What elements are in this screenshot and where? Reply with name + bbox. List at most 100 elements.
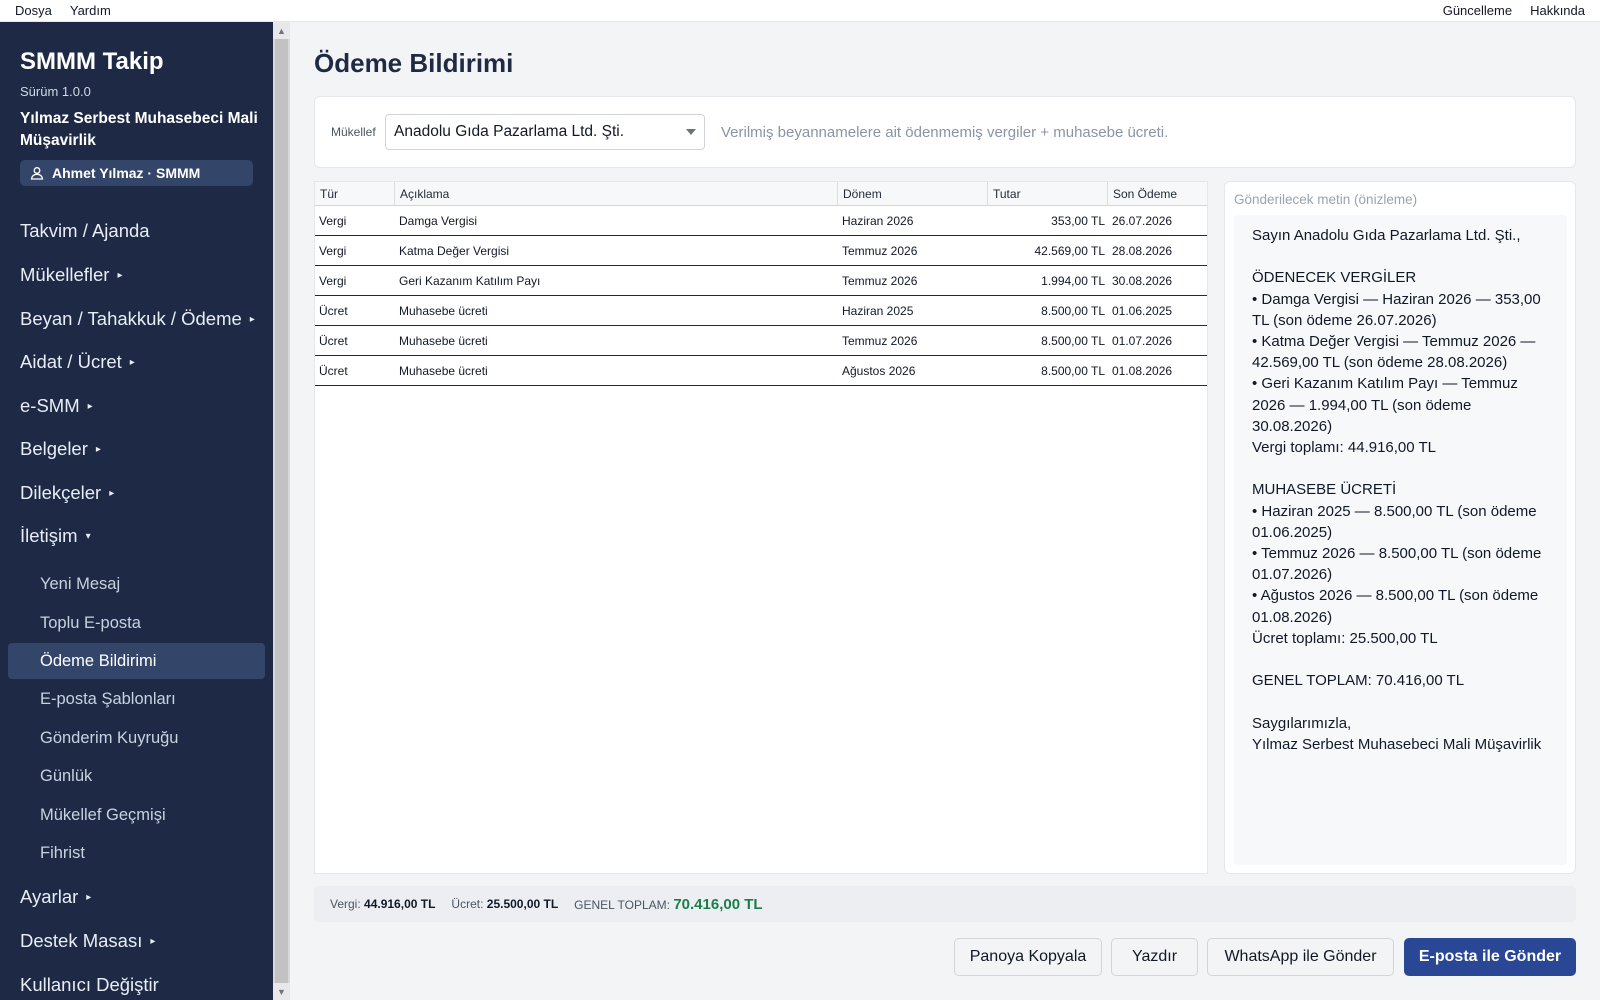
scroll-down-icon[interactable]: ▼ xyxy=(273,983,290,1000)
user-icon xyxy=(30,167,44,180)
chevron-right-icon: ▸ xyxy=(95,443,101,455)
sub-mukellef-gecmisi[interactable]: Mükellef Geçmişi xyxy=(40,806,166,825)
cell-donem: Ağustos 2026 xyxy=(842,364,916,378)
menu-yardim[interactable]: Yardım xyxy=(70,3,111,18)
menubar: Dosya Yardım Güncelleme Hakkında xyxy=(0,0,1600,22)
client-select[interactable]: Anadolu Gıda Pazarlama Ltd. Şti. xyxy=(385,114,705,150)
cell-tur: Vergi xyxy=(319,274,347,288)
nav-mukellefler[interactable]: Mükellefler ▸ xyxy=(20,264,122,286)
cell-son-odeme: 01.07.2026 xyxy=(1112,334,1173,348)
sub-toplu-eposta[interactable]: Toplu E-posta xyxy=(40,614,141,633)
cell-son-odeme: 26.07.2026 xyxy=(1112,214,1173,228)
sub-gonderim-kuyrugu[interactable]: Gönderim Kuyruğu xyxy=(40,729,179,748)
nav-dilekceler[interactable]: Dilekçeler ▸ xyxy=(20,482,114,504)
col-header-tur[interactable]: Tür xyxy=(315,182,395,206)
page-title: Ödeme Bildirimi xyxy=(314,48,514,78)
nav-iletisim[interactable]: İletişim ▾ xyxy=(20,525,91,547)
col-header-son-odeme[interactable]: Son Ödeme xyxy=(1108,182,1207,206)
preview-text[interactable]: Sayın Anadolu Gıda Pazarlama Ltd. Şti., … xyxy=(1234,215,1567,865)
user-name: Ahmet Yılmaz · SMMM xyxy=(52,165,201,181)
cell-aciklama: Geri Kazanım Katılım Payı xyxy=(399,274,541,288)
scroll-up-icon[interactable]: ▲ xyxy=(273,22,290,39)
col-header-donem[interactable]: Dönem xyxy=(838,182,988,206)
grand-total: GENEL TOPLAM: 70.416,00 TL xyxy=(574,895,763,913)
cell-tutar: 1.994,00 TL xyxy=(1041,274,1105,288)
company-name: Yılmaz Serbest Muhasebeci Mali Müşavirli… xyxy=(20,110,258,149)
sidebar-scrollbar[interactable]: ▲ ▼ xyxy=(273,22,290,1000)
cell-tur: Ücret xyxy=(319,334,348,348)
cell-aciklama: Muhasebe ücreti xyxy=(399,364,488,378)
whatsapp-send-button[interactable]: WhatsApp ile Gönder xyxy=(1207,938,1394,976)
sub-yeni-mesaj[interactable]: Yeni Mesaj xyxy=(40,575,120,594)
chevron-right-icon: ▸ xyxy=(150,935,156,947)
menu-hakkinda[interactable]: Hakkında xyxy=(1530,3,1585,18)
col-header-aciklama[interactable]: Açıklama xyxy=(395,182,838,206)
table-row[interactable]: Vergi Geri Kazanım Katılım Payı Temmuz 2… xyxy=(315,266,1207,296)
cell-tutar: 42.569,00 TL xyxy=(1034,244,1105,258)
app-version: Sürüm 1.0.0 xyxy=(20,84,91,99)
chevron-right-icon: ▸ xyxy=(86,891,92,903)
nav-aidat[interactable]: Aidat / Ücret ▸ xyxy=(20,351,135,373)
preview-card: Gönderilecek metin (önizleme) Sayın Anad… xyxy=(1224,181,1576,874)
client-select-value: Anadolu Gıda Pazarlama Ltd. Şti. xyxy=(394,123,625,140)
scrollbar-thumb[interactable] xyxy=(275,39,288,983)
nav-destek[interactable]: Destek Masası ▸ xyxy=(20,930,155,952)
table-row[interactable]: Ücret Muhasebe ücreti Haziran 2025 8.500… xyxy=(315,296,1207,326)
cell-tutar: 8.500,00 TL xyxy=(1041,304,1105,318)
tax-total: Vergi: 44.916,00 TL xyxy=(330,897,436,911)
chevron-right-icon: ▸ xyxy=(249,313,255,325)
cell-son-odeme: 30.08.2026 xyxy=(1112,274,1173,288)
app-title: SMMM Takip xyxy=(20,48,164,75)
cell-son-odeme: 01.08.2026 xyxy=(1112,364,1173,378)
cell-aciklama: Damga Vergisi xyxy=(399,214,478,228)
cell-tutar: 353,00 TL xyxy=(1051,214,1105,228)
cell-donem: Haziran 2025 xyxy=(842,304,914,318)
nav-belgeler[interactable]: Belgeler ▸ xyxy=(20,438,101,460)
chevron-right-icon: ▸ xyxy=(117,269,123,281)
client-label: Mükellef xyxy=(331,125,376,139)
print-button[interactable]: Yazdır xyxy=(1111,938,1198,976)
user-badge[interactable]: Ahmet Yılmaz · SMMM xyxy=(20,160,253,186)
sub-odeme-bildirimi[interactable]: Ödeme Bildirimi xyxy=(40,652,156,671)
chevron-right-icon: ▸ xyxy=(129,356,135,368)
table-row[interactable]: Ücret Muhasebe ücreti Temmuz 2026 8.500,… xyxy=(315,326,1207,356)
cell-aciklama: Muhasebe ücreti xyxy=(399,334,488,348)
table-row[interactable]: Vergi Katma Değer Vergisi Temmuz 2026 42… xyxy=(315,236,1207,266)
filter-card: Mükellef Anadolu Gıda Pazarlama Ltd. Şti… xyxy=(314,96,1576,168)
nav-beyan[interactable]: Beyan / Tahakkuk / Ödeme ▸ xyxy=(20,308,255,330)
table-row[interactable]: Ücret Muhasebe ücreti Ağustos 2026 8.500… xyxy=(315,356,1207,386)
payments-table: Tür Açıklama Dönem Tutar Son Ödeme Vergi… xyxy=(314,181,1208,874)
cell-tutar: 8.500,00 TL xyxy=(1041,334,1105,348)
cell-son-odeme: 01.06.2025 xyxy=(1112,304,1173,318)
table-header: Tür Açıklama Dönem Tutar Son Ödeme xyxy=(315,182,1207,206)
cell-son-odeme: 28.08.2026 xyxy=(1112,244,1173,258)
cell-tutar: 8.500,00 TL xyxy=(1041,364,1105,378)
totals-bar: Vergi: 44.916,00 TL Ücret: 25.500,00 TL … xyxy=(314,886,1576,922)
nav-takvim[interactable]: Takvim / Ajanda xyxy=(20,220,158,242)
preview-label: Gönderilecek metin (önizleme) xyxy=(1234,192,1418,207)
email-send-button[interactable]: E-posta ile Gönder xyxy=(1404,938,1576,976)
cell-aciklama: Muhasebe ücreti xyxy=(399,304,488,318)
chevron-down-icon xyxy=(686,129,696,135)
nav-esmm[interactable]: e-SMM ▸ xyxy=(20,395,93,417)
nav-kullanici-degistir[interactable]: Kullanıcı Değiştir xyxy=(20,974,159,996)
sub-fihrist[interactable]: Fihrist xyxy=(40,844,85,863)
sidebar: SMMM Takip Sürüm 1.0.0 Yılmaz Serbest Mu… xyxy=(0,22,273,1000)
cell-tur: Vergi xyxy=(319,244,347,258)
cell-tur: Ücret xyxy=(319,304,348,318)
sub-eposta-sablonlari[interactable]: E-posta Şablonları xyxy=(40,690,176,709)
menu-dosya[interactable]: Dosya xyxy=(15,3,52,18)
cell-tur: Vergi xyxy=(319,214,347,228)
table-row[interactable]: Vergi Damga Vergisi Haziran 2026 353,00 … xyxy=(315,206,1207,236)
copy-to-clipboard-button[interactable]: Panoya Kopyala xyxy=(954,938,1102,976)
cell-tur: Ücret xyxy=(319,364,348,378)
cell-donem: Temmuz 2026 xyxy=(842,334,918,348)
nav-ayarlar[interactable]: Ayarlar ▸ xyxy=(20,886,91,908)
chevron-right-icon: ▸ xyxy=(87,400,93,412)
filter-hint: Verilmiş beyannamelere ait ödenmemiş ver… xyxy=(721,124,1169,141)
sub-gunluk[interactable]: Günlük xyxy=(40,767,92,786)
cell-aciklama: Katma Değer Vergisi xyxy=(399,244,510,258)
fee-total: Ücret: 25.500,00 TL xyxy=(451,897,559,911)
col-header-tutar[interactable]: Tutar xyxy=(988,182,1108,206)
menu-guncelleme[interactable]: Güncelleme xyxy=(1443,3,1512,18)
